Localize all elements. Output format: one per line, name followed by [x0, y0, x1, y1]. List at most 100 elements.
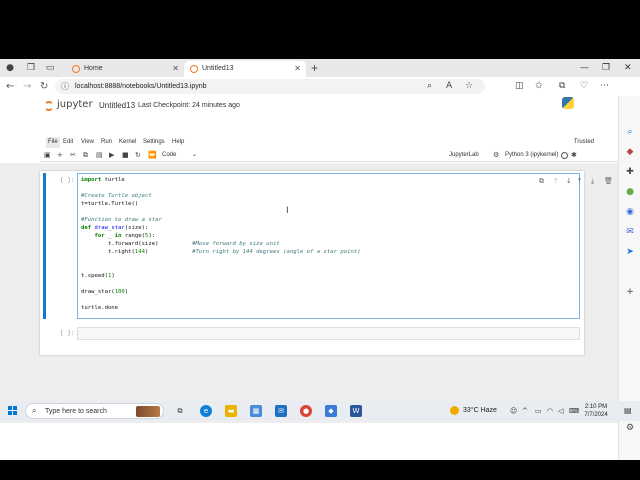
- mail-icon[interactable]: ✉: [275, 405, 287, 417]
- code-cell-active[interactable]: [ ]: import turtle #Create Turtle object…: [43, 173, 613, 319]
- keyboard-icon[interactable]: ⌨: [569, 405, 579, 417]
- code-line: t.right(144) #Turn right by 144 degrees …: [81, 249, 361, 255]
- zoom-icon[interactable]: ⌕: [427, 80, 432, 93]
- kernel-status-icon: [561, 152, 568, 159]
- cut-icon[interactable]: ✂: [70, 150, 76, 161]
- menu-help[interactable]: Help: [172, 137, 184, 148]
- shopping-icon[interactable]: ◆: [624, 146, 636, 158]
- store-icon[interactable]: ▦: [250, 405, 262, 417]
- tab-strip: ● ❐ ▭ Home ✕ Untitled13 ✕ + — ❐ ✕: [0, 59, 640, 77]
- more-menu-icon[interactable]: ⋯: [600, 80, 609, 93]
- menu-view[interactable]: View: [81, 137, 94, 148]
- collections-icon[interactable]: ⧉: [559, 80, 565, 93]
- read-aloud-icon[interactable]: A: [446, 80, 452, 93]
- search-icon: ⌕: [32, 406, 37, 415]
- taskbar-clock[interactable]: 2:10 PM 7/7/2024: [581, 403, 611, 419]
- cell-type-value: Code: [162, 152, 177, 158]
- restart-icon[interactable]: ↻: [135, 150, 141, 161]
- chrome-icon[interactable]: ●: [300, 405, 312, 417]
- cell-type-select[interactable]: Code ⌄: [162, 149, 197, 161]
- menu-kernel[interactable]: Kernel: [119, 137, 136, 148]
- close-window-icon[interactable]: ✕: [624, 61, 632, 75]
- file-explorer-icon[interactable]: ▬: [225, 405, 237, 417]
- copy-icon[interactable]: ⧉: [83, 150, 88, 161]
- office-icon[interactable]: ◉: [624, 206, 636, 218]
- close-tab-icon[interactable]: ✕: [172, 61, 179, 77]
- new-tab-icon[interactable]: +: [311, 60, 318, 76]
- profile-icon[interactable]: ●: [4, 62, 16, 74]
- refresh-icon[interactable]: ↻: [40, 80, 48, 93]
- interrupt-icon[interactable]: ■: [122, 150, 129, 161]
- battery-icon[interactable]: ▭: [535, 405, 542, 417]
- favorites-icon[interactable]: ✩: [535, 80, 543, 93]
- chevron-down-icon: ⌄: [192, 152, 198, 158]
- delete-cell-icon[interactable]: 🗑: [604, 177, 613, 186]
- notebook-panel: [ ]: import turtle #Create Turtle object…: [40, 171, 613, 355]
- move-down-icon[interactable]: ↓: [566, 177, 572, 186]
- screen: ● ❐ ▭ Home ✕ Untitled13 ✕ + — ❐ ✕ ← → ↻: [0, 0, 640, 480]
- notebook-area: [ ]: import turtle #Create Turtle object…: [0, 163, 618, 423]
- insert-cell-icon[interactable]: +: [57, 150, 63, 161]
- notifications-icon[interactable]: ▤: [624, 405, 632, 417]
- code-cell-empty[interactable]: [ ]:: [43, 327, 580, 340]
- paste-icon[interactable]: ▤: [96, 150, 103, 161]
- forward-icon[interactable]: →: [23, 80, 31, 93]
- outlook-icon[interactable]: ✉: [624, 226, 636, 238]
- notebook-toolbar: ▣ + ✂ ⧉ ▤ ▶ ■ ↻ ⏩ Code ⌄ JupyterLab ⚙ Py…: [40, 149, 618, 162]
- jupyterlab-link[interactable]: JupyterLab: [449, 149, 479, 161]
- insert-below-icon[interactable]: ⤓: [591, 177, 594, 186]
- send-icon[interactable]: ➤: [624, 246, 636, 258]
- jupyter-logo-text: jupyter: [57, 99, 93, 110]
- games-icon[interactable]: ●: [624, 186, 636, 198]
- run-icon[interactable]: ▶: [109, 150, 114, 161]
- task-view-icon[interactable]: ⧉: [174, 405, 186, 417]
- trusted-indicator[interactable]: Trusted: [574, 137, 594, 148]
- menu-settings[interactable]: Settings: [143, 137, 165, 148]
- code-line: def draw_star(size):: [81, 225, 149, 231]
- tools-icon[interactable]: ✚: [624, 166, 636, 178]
- favorite-star-icon[interactable]: ☆: [465, 80, 473, 93]
- move-up-icon[interactable]: ↑: [553, 177, 559, 186]
- app-icon[interactable]: ◆: [325, 405, 337, 417]
- insert-above-icon[interactable]: ⤒: [578, 177, 581, 186]
- code-editor[interactable]: [77, 327, 580, 340]
- code-line: #Create Turtle object: [81, 193, 152, 199]
- back-icon[interactable]: ←: [6, 80, 14, 93]
- people-icon[interactable]: ☺: [510, 405, 517, 417]
- settings-gear-icon[interactable]: ⚙: [624, 422, 636, 434]
- tray-chevron-icon[interactable]: ^: [522, 405, 528, 417]
- code-line: t.forward(size) #Move forward by size un…: [81, 241, 280, 247]
- volume-icon[interactable]: ◁: [558, 405, 563, 417]
- code-editor[interactable]: import turtle #Create Turtle object t=tu…: [77, 173, 613, 319]
- menu-file[interactable]: File: [46, 137, 60, 148]
- minimize-icon[interactable]: —: [580, 61, 589, 75]
- notebook-title[interactable]: Untitled13: [99, 101, 135, 110]
- tab-home[interactable]: Home ✕: [66, 61, 184, 77]
- maximize-icon[interactable]: ❐: [602, 61, 610, 75]
- url-field[interactable]: ⓘ localhost:8888/notebooks/Untitled13.ip…: [55, 79, 485, 94]
- wifi-icon[interactable]: ◠: [547, 405, 553, 417]
- duplicate-cell-icon[interactable]: ⧉: [539, 177, 544, 186]
- split-screen-icon[interactable]: ◫: [515, 80, 524, 93]
- extensions-icon[interactable]: ♡: [580, 80, 588, 93]
- restart-run-all-icon[interactable]: ⏩: [148, 150, 157, 161]
- close-tab-icon[interactable]: ✕: [294, 61, 301, 77]
- kernel-name[interactable]: Python 3 (ipykernel): [505, 149, 558, 161]
- save-icon[interactable]: ▣: [44, 150, 51, 161]
- workspaces-icon[interactable]: ❐: [25, 62, 37, 74]
- search-icon[interactable]: ⌕: [624, 126, 636, 138]
- add-sidebar-icon[interactable]: +: [624, 286, 636, 298]
- debugger-icon[interactable]: ✱: [571, 150, 577, 161]
- taskbar-search[interactable]: ⌕ Type here to search: [25, 403, 164, 419]
- windows-start-icon[interactable]: [8, 406, 18, 416]
- edge-icon[interactable]: e: [200, 405, 212, 417]
- menu-run[interactable]: Run: [101, 137, 112, 148]
- url-text: localhost:8888/notebooks/Untitled13.ipyn…: [75, 83, 207, 90]
- menu-edit[interactable]: Edit: [63, 137, 73, 148]
- code-line: t=turtle.Turtle(): [81, 201, 139, 207]
- site-info-icon[interactable]: ⓘ: [61, 79, 69, 94]
- jupyter-logo[interactable]: jupyter: [44, 99, 94, 113]
- word-icon[interactable]: W: [350, 405, 362, 417]
- tab-actions-icon[interactable]: ▭: [44, 62, 56, 74]
- tab-untitled13[interactable]: Untitled13 ✕: [184, 61, 306, 77]
